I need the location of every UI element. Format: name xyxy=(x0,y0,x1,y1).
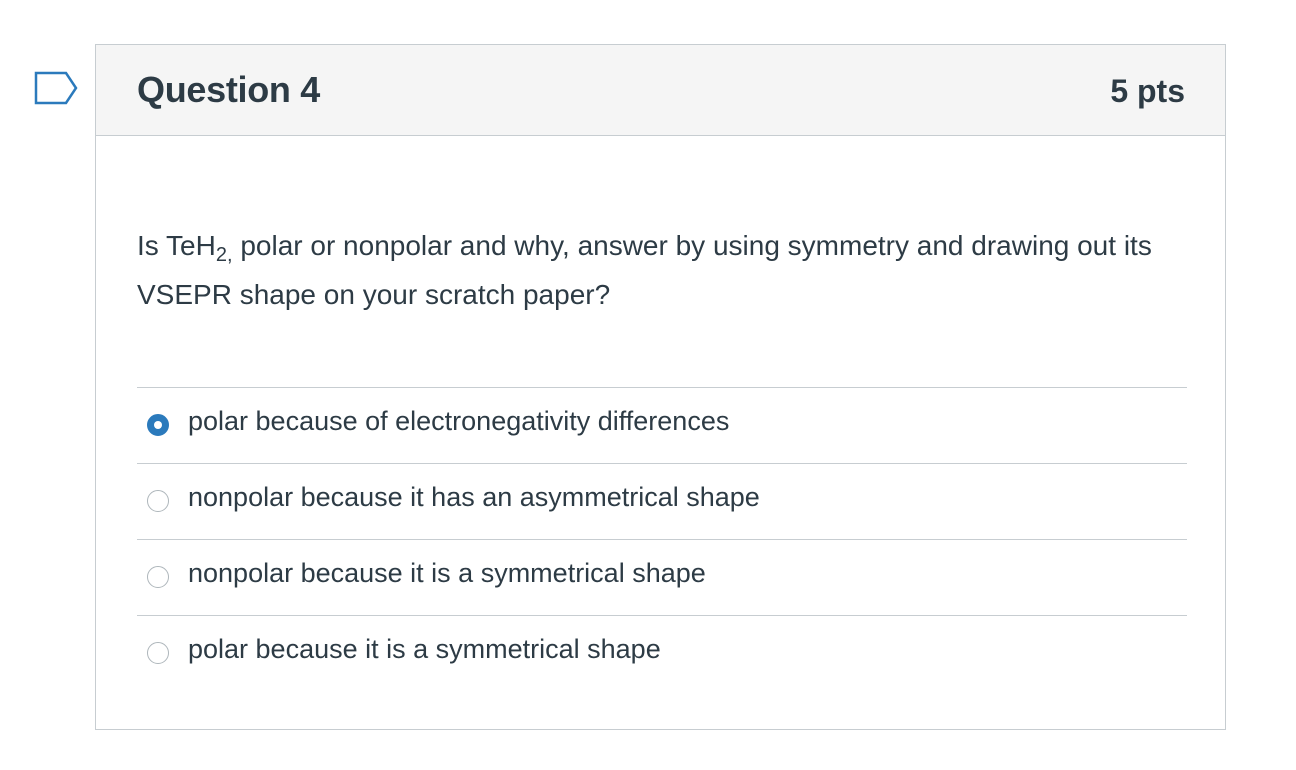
question-text-start: Is TeH xyxy=(137,230,216,261)
answer-label[interactable]: nonpolar because it has an asymmetrical … xyxy=(188,482,760,513)
radio-button-selected[interactable] xyxy=(147,414,169,436)
question-points: 5 pts xyxy=(1110,73,1185,109)
flag-question-icon[interactable] xyxy=(34,71,78,105)
radio-button[interactable] xyxy=(147,566,169,588)
answer-label[interactable]: polar because of electronegativity diffe… xyxy=(188,406,729,437)
answer-label[interactable]: nonpolar because it is a symmetrical sha… xyxy=(188,558,706,589)
question-card: Question 4 5 pts Is TeH2, polar or nonpo… xyxy=(95,44,1226,730)
answer-option[interactable]: polar because it is a symmetrical shape xyxy=(137,615,1187,691)
answer-label[interactable]: polar because it is a symmetrical shape xyxy=(188,634,661,665)
answer-option[interactable]: nonpolar because it is a symmetrical sha… xyxy=(137,539,1187,615)
question-text-rest: polar or nonpolar and why, answer by usi… xyxy=(137,230,1152,310)
question-text: Is TeH2, polar or nonpolar and why, answ… xyxy=(137,221,1197,319)
question-header: Question 4 5 pts xyxy=(96,45,1225,136)
radio-button[interactable] xyxy=(147,490,169,512)
question-title: Question 4 xyxy=(137,69,321,110)
answer-list: polar because of electronegativity diffe… xyxy=(137,387,1187,691)
answer-option[interactable]: polar because of electronegativity diffe… xyxy=(137,387,1187,463)
radio-button[interactable] xyxy=(147,642,169,664)
answer-option[interactable]: nonpolar because it has an asymmetrical … xyxy=(137,463,1187,539)
formula-subscript: 2, xyxy=(215,244,233,266)
